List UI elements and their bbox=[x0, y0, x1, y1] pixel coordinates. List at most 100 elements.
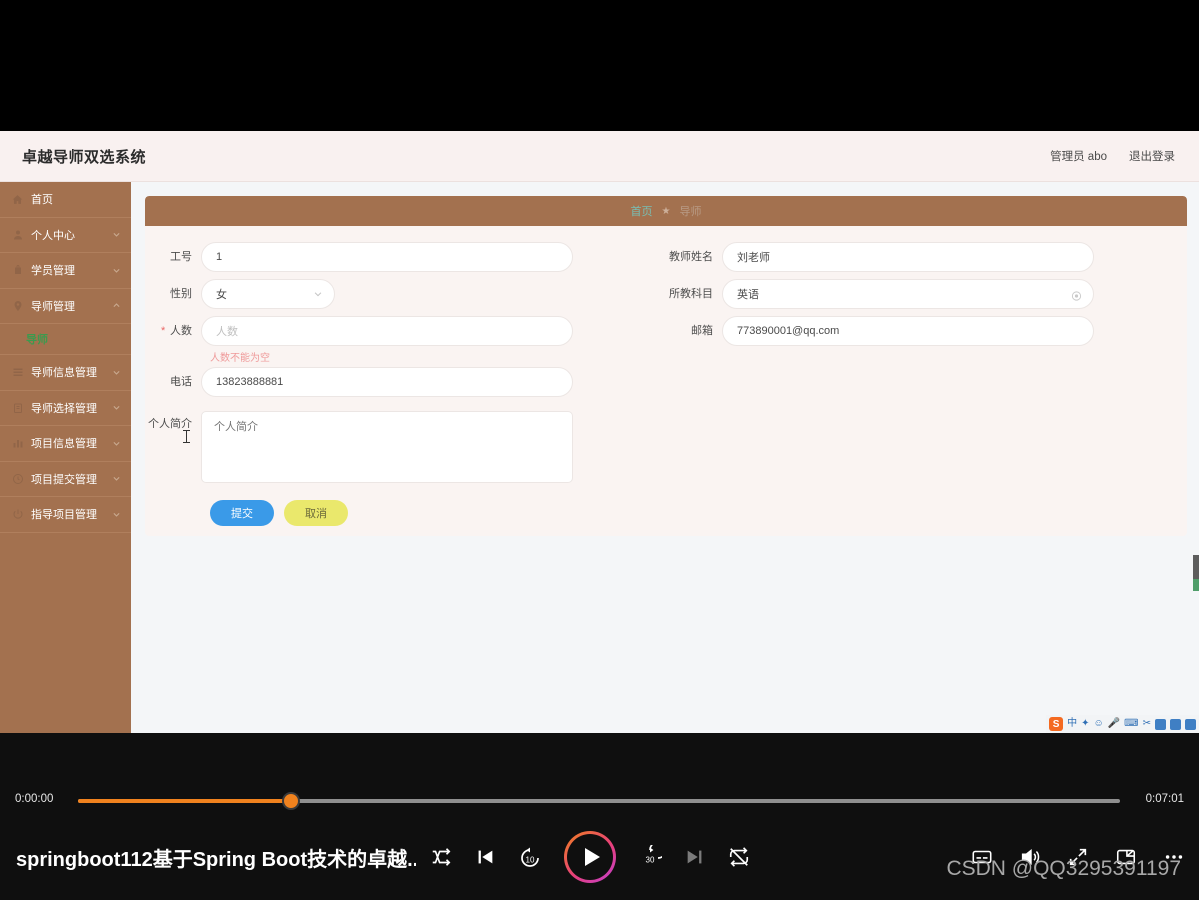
form-col-left-1: 工号 1 bbox=[145, 242, 666, 279]
screen-root: 卓越导师双选系统 管理员 abo 退出登录 首页 个人中心 学员管理 导师管理 … bbox=[0, 0, 1199, 900]
location-pin-icon bbox=[11, 299, 24, 312]
employee-id-input[interactable]: 1 bbox=[201, 242, 573, 272]
sidebar-item-mentor-info-management[interactable]: 导师信息管理 bbox=[0, 355, 131, 391]
email-input[interactable]: 773890001@qq.com bbox=[722, 316, 1094, 346]
field-label: 工号 bbox=[170, 251, 192, 263]
form-row-1: 工号 1 教师姓名 刘老师 bbox=[145, 242, 1187, 279]
sidebar-item-home[interactable]: 首页 bbox=[0, 182, 131, 218]
ime-language-icon[interactable]: 中 bbox=[1067, 719, 1077, 729]
progress-thumb[interactable] bbox=[281, 792, 300, 810]
main-content: 首页 ★ 导师 工号 1 教师姓名 刘老师 性别 女 所教科目 英语 * 人数 … bbox=[131, 182, 1199, 733]
watermark-text: CSDN @QQ3295391197 bbox=[946, 857, 1181, 880]
clear-icon[interactable] bbox=[1071, 289, 1082, 301]
ime-toolbar: S 中 ✦ ☺ 🎤 ⌨ ✂ bbox=[1046, 715, 1199, 733]
form-col-right-4 bbox=[666, 367, 1187, 404]
sidebar-item-project-submit-management[interactable]: 项目提交管理 bbox=[0, 462, 131, 497]
power-icon bbox=[11, 508, 24, 521]
sidebar-subitem-label: 导师 bbox=[26, 334, 48, 346]
chevron-down-icon bbox=[313, 289, 323, 299]
chevron-down-icon bbox=[112, 510, 121, 519]
ime-tool-icon[interactable]: ✂ bbox=[1143, 719, 1151, 729]
form-col-right-3: 邮箱 773890001@qq.com bbox=[666, 316, 1187, 353]
form-row-2: 性别 女 所教科目 英语 bbox=[145, 279, 1187, 316]
previous-icon[interactable] bbox=[474, 846, 496, 868]
submit-button[interactable]: 提交 bbox=[210, 500, 274, 526]
chevron-up-icon bbox=[112, 301, 121, 310]
sidebar-item-guidance-project-management[interactable]: 指导项目管理 bbox=[0, 497, 131, 533]
field-employee-id: 工号 1 bbox=[145, 242, 573, 272]
text-cursor bbox=[183, 430, 190, 443]
form-col-left-3: 人数 人数 bbox=[145, 316, 666, 353]
sidebar-item-mentor-management[interactable]: 导师管理 bbox=[0, 289, 131, 324]
app-header: 卓越导师双选系统 管理员 abo 退出登录 bbox=[0, 131, 1199, 182]
ime-sparkle-icon[interactable]: ✦ bbox=[1081, 719, 1089, 729]
field-label: 电话 bbox=[170, 376, 192, 388]
video-letterbox-top bbox=[0, 0, 1199, 131]
clock-icon bbox=[11, 472, 24, 485]
ime-panel-icon[interactable] bbox=[1170, 718, 1181, 730]
teacher-name-input[interactable]: 刘老师 bbox=[722, 242, 1094, 272]
svg-text:10: 10 bbox=[526, 856, 535, 865]
current-user-label: 管理员 abo bbox=[1050, 151, 1107, 163]
sidebar-item-label: 导师信息管理 bbox=[31, 367, 97, 380]
progress-bar[interactable] bbox=[78, 792, 1120, 810]
sidebar-item-label: 项目提交管理 bbox=[31, 473, 97, 486]
rewind-10-icon[interactable]: 10 bbox=[518, 845, 542, 869]
sidebar-item-label: 个人中心 bbox=[31, 229, 75, 242]
count-input[interactable]: 人数 bbox=[201, 316, 573, 346]
play-button[interactable] bbox=[564, 831, 616, 883]
sidebar-item-student-management[interactable]: 学员管理 bbox=[0, 253, 131, 289]
ime-mic-icon[interactable]: 🎤 bbox=[1108, 719, 1120, 729]
bag-icon bbox=[11, 264, 24, 277]
player-center-controls: 10 30 bbox=[430, 827, 750, 887]
app-title: 卓越导师双选系统 bbox=[22, 148, 147, 166]
field-label: 性别 bbox=[170, 288, 192, 300]
page-scrollbar[interactable] bbox=[1193, 555, 1199, 591]
header-right-group: 管理员 abo 退出登录 bbox=[1050, 148, 1175, 164]
shuffle-icon[interactable] bbox=[430, 846, 452, 868]
breadcrumb-current: 导师 bbox=[679, 206, 702, 218]
cancel-button[interactable]: 取消 bbox=[284, 500, 348, 526]
field-phone: 电话 13823888881 bbox=[145, 367, 573, 397]
sidebar-item-personal-center[interactable]: 个人中心 bbox=[0, 218, 131, 253]
sidebar-item-label: 导师管理 bbox=[31, 300, 75, 313]
ime-skin-icon[interactable] bbox=[1155, 718, 1166, 730]
ime-menu-icon[interactable] bbox=[1185, 718, 1196, 730]
logout-link[interactable]: 退出登录 bbox=[1129, 148, 1175, 164]
subject-input[interactable]: 英语 bbox=[722, 279, 1094, 309]
bio-textarea[interactable] bbox=[201, 411, 573, 483]
field-label: 所教科目 bbox=[669, 288, 713, 300]
sidebar-subitem-mentor[interactable]: 导师 bbox=[0, 324, 131, 355]
sidebar-item-mentor-selection-management[interactable]: 导师选择管理 bbox=[0, 391, 131, 426]
form-card: 首页 ★ 导师 工号 1 教师姓名 刘老师 性别 女 所教科目 英语 * 人数 … bbox=[145, 196, 1187, 536]
forward-30-icon[interactable]: 30 bbox=[638, 845, 662, 869]
phone-input[interactable]: 13823888881 bbox=[201, 367, 573, 397]
breadcrumb-home-link[interactable]: 首页 bbox=[631, 203, 653, 219]
sidebar-item-label: 学员管理 bbox=[31, 265, 75, 278]
chevron-down-icon bbox=[112, 230, 121, 239]
current-time-label: 0:00:00 bbox=[15, 793, 54, 805]
field-label: 邮箱 bbox=[691, 325, 713, 337]
ime-keyboard-icon[interactable]: ⌨ bbox=[1124, 719, 1138, 729]
form-row-4: 电话 13823888881 bbox=[145, 367, 1187, 404]
sidebar-item-label: 项目信息管理 bbox=[31, 438, 97, 451]
field-label: 个人简介 bbox=[148, 418, 192, 430]
gender-select[interactable]: 女 bbox=[201, 279, 335, 309]
chevron-down-icon bbox=[112, 439, 121, 448]
svg-text:30: 30 bbox=[646, 856, 655, 865]
repeat-off-icon[interactable] bbox=[728, 846, 750, 868]
ime-emoji-icon[interactable]: ☺ bbox=[1094, 719, 1104, 729]
star-icon: ★ bbox=[661, 205, 671, 217]
play-icon bbox=[584, 848, 600, 866]
form-col-right-2: 所教科目 英语 bbox=[666, 279, 1187, 316]
total-time-label: 0:07:01 bbox=[1145, 793, 1184, 805]
scrollbar-thumb[interactable] bbox=[1193, 579, 1199, 591]
sogou-logo-icon[interactable]: S bbox=[1049, 717, 1064, 731]
subject-input-wrap: 英语 bbox=[722, 279, 1094, 309]
gender-select-value: 女 bbox=[216, 289, 227, 301]
sidebar-item-project-info-management[interactable]: 项目信息管理 bbox=[0, 426, 131, 462]
next-icon[interactable] bbox=[684, 846, 706, 868]
breadcrumb: 首页 ★ 导师 bbox=[145, 196, 1187, 226]
chevron-down-icon bbox=[112, 474, 121, 483]
sidebar-nav: 首页 个人中心 学员管理 导师管理 导师 导师信息管理 导师选择管理 项目信息管… bbox=[0, 182, 131, 733]
